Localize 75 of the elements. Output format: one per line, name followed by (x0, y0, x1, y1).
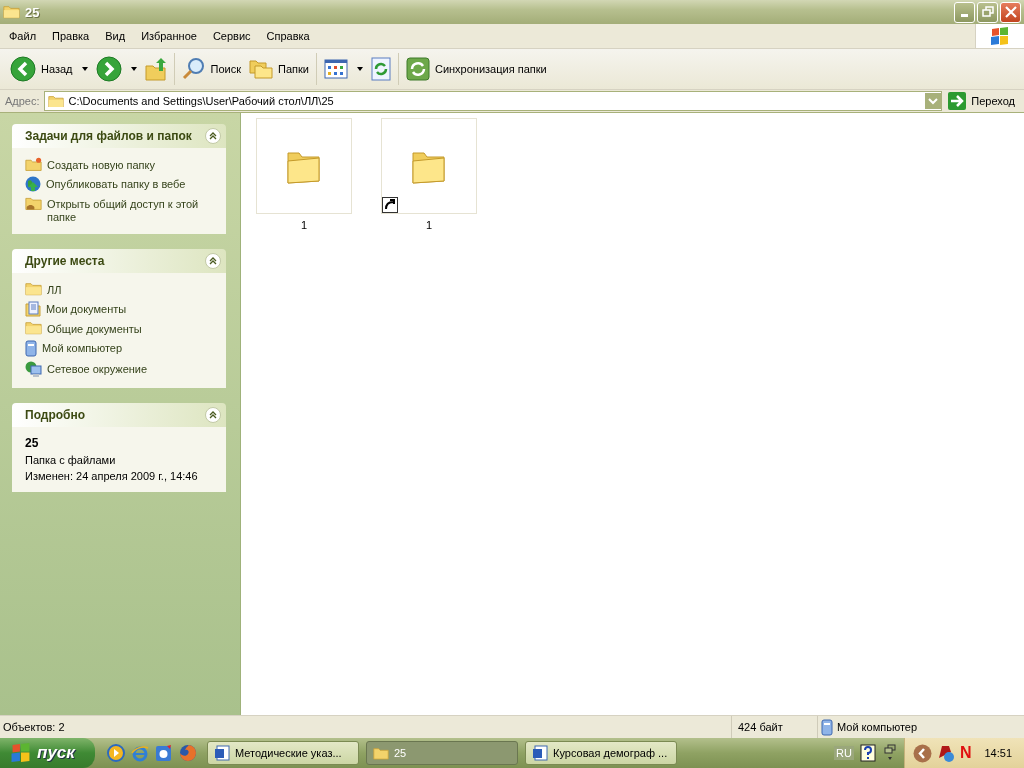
folder-icon (47, 94, 64, 108)
documents-icon (25, 301, 41, 317)
collapse-chevron-icon[interactable] (205, 253, 221, 269)
go-arrow-icon (948, 92, 967, 110)
menu-item[interactable]: Правка (45, 28, 97, 44)
modified-date: Изменен: 24 апреля 2009 г., 14:46 (25, 470, 199, 482)
fox-browser-icon[interactable] (179, 744, 197, 762)
minimize-icon (961, 14, 968, 17)
computer-icon (821, 718, 833, 736)
close-icon (1004, 6, 1017, 18)
place-link[interactable]: Общие документы (47, 321, 142, 336)
menu-item[interactable]: Файл (2, 28, 44, 44)
document-icon (532, 745, 548, 761)
menu-item[interactable]: Вид (98, 28, 133, 44)
new-folder-icon (25, 157, 42, 172)
sync-icon (405, 57, 430, 81)
size-text: 424 байт (738, 721, 783, 733)
menu-item[interactable]: Избранное (134, 28, 204, 44)
folder-icon (25, 282, 42, 296)
taskbar-button[interactable]: Методические указ... (207, 741, 359, 765)
network-icon (25, 361, 42, 378)
taskbar-button[interactable]: Курсовая демограф ... (525, 741, 677, 765)
folder-icon (25, 321, 42, 335)
close-button[interactable] (1000, 1, 1021, 23)
shortcut-arrow-icon (382, 197, 398, 213)
folder-icon (373, 746, 389, 760)
mail-icon[interactable] (155, 744, 173, 762)
restore-icon (981, 6, 994, 18)
place-link[interactable]: Мои документы (46, 301, 127, 316)
start-button[interactable]: пуск (0, 738, 95, 768)
location-text: Мой компьютер (837, 721, 918, 733)
collapse-chevron-icon[interactable] (205, 128, 221, 144)
clock: 14:51 (984, 747, 1012, 759)
computer-icon (25, 340, 37, 357)
chevron-left-icon[interactable] (912, 743, 932, 763)
place-link[interactable]: Сетевое окружение (47, 361, 148, 376)
toolbar-button[interactable]: Папки (245, 56, 313, 82)
address-field[interactable]: C:\Documents and Settings\User\Рабочий стол\ЛЛ\25 (43, 91, 943, 111)
toolbar-button[interactable]: Назад (6, 53, 92, 85)
media-player-icon[interactable] (107, 744, 125, 762)
panel-title: Задачи для файлов и папок (25, 129, 192, 143)
document-icon (214, 745, 230, 761)
place-link[interactable]: Мой компьютер (42, 340, 123, 355)
up-folder-icon (144, 57, 167, 81)
panel-title: Подробно (25, 408, 86, 422)
views-icon (323, 59, 348, 79)
folder-type: Папка с файлами (25, 454, 117, 466)
task-link[interactable]: Открыть общий доступ к этой папке (47, 196, 216, 224)
place-link[interactable]: ЛЛ (47, 282, 62, 297)
restore-window-icon[interactable] (883, 744, 896, 762)
refresh-icon (370, 57, 391, 81)
task-link[interactable]: Опубликовать папку в вебе (46, 176, 186, 191)
windows-logo-icon (10, 743, 32, 763)
minimize-button[interactable] (954, 1, 975, 23)
menu-item[interactable]: Справка (259, 28, 317, 44)
panel-title: Другие места (25, 254, 105, 268)
folders-icon (249, 59, 273, 79)
toolbar-button[interactable]: Синхронизация папки (401, 54, 551, 84)
collapse-chevron-icon[interactable] (205, 407, 221, 423)
search-icon (181, 57, 206, 81)
globe-icon (25, 176, 41, 192)
address-label: Адрес: (5, 95, 40, 107)
toolbar-button[interactable]: Поиск (177, 54, 245, 84)
restore-button[interactable] (977, 1, 998, 23)
tray-letter[interactable]: N (959, 744, 972, 762)
object-count: Объектов: 2 (3, 721, 65, 733)
menu-item[interactable]: Сервис (205, 28, 258, 44)
shared-folder-icon (25, 196, 42, 211)
windows-logo-icon (990, 26, 1010, 46)
folder-icon (3, 5, 20, 19)
window-title: 25 (25, 4, 41, 20)
folder-name: 25 (25, 436, 40, 450)
go-button[interactable]: Переход (946, 92, 1021, 110)
help-icon[interactable] (859, 744, 876, 762)
task-link[interactable]: Создать новую папку (47, 157, 155, 172)
